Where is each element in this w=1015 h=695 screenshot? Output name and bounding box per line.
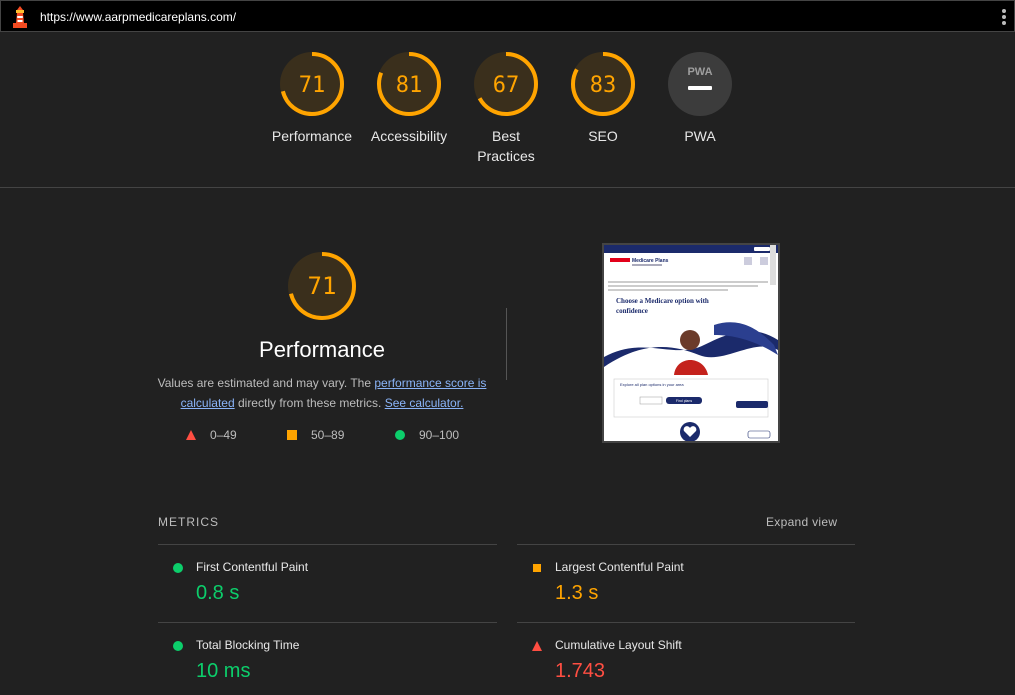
gauge-ring: 71 xyxy=(280,52,344,116)
gauge-best-practices[interactable]: 67 Best Practices xyxy=(456,50,556,166)
gauge-label: Performance xyxy=(271,128,353,144)
final-screenshot[interactable]: Medicare Plans Choose a Medicare option … xyxy=(602,243,780,443)
svg-text:Choose a Medicare option with: Choose a Medicare option with xyxy=(616,297,709,305)
metric-name: Largest Contentful Paint xyxy=(555,560,684,574)
gauge-score: 71 xyxy=(299,73,326,98)
gauge-score: 81 xyxy=(396,73,423,98)
svg-text:Find plans: Find plans xyxy=(676,399,692,403)
gauge-accessibility[interactable]: 81 Accessibility xyxy=(359,50,459,146)
performance-gauge: 71 xyxy=(288,252,356,320)
metrics-rule xyxy=(517,622,855,623)
svg-text:confidence: confidence xyxy=(616,307,648,315)
gauge-label: SEO xyxy=(588,128,618,144)
section-divider xyxy=(0,187,1015,188)
legend-fail: 0–49 xyxy=(186,428,237,442)
metric-name: Total Blocking Time xyxy=(196,638,300,652)
performance-summary: 71 Performance Values are estimated and … xyxy=(152,250,492,413)
calculator-link[interactable]: See calculator. xyxy=(385,396,464,410)
svg-text:Medicare Plans: Medicare Plans xyxy=(632,258,669,264)
desc-text: directly from these metrics. xyxy=(234,396,385,410)
screenshot-image: Medicare Plans Choose a Medicare option … xyxy=(604,245,778,441)
circle-icon xyxy=(395,430,405,440)
pass-circle-icon xyxy=(173,641,183,651)
pwa-badge-text: PWA xyxy=(687,66,712,78)
legend-pass: 90–100 xyxy=(395,428,459,442)
metric-value: 10 ms xyxy=(196,660,251,682)
performance-description: Values are estimated and may vary. The p… xyxy=(152,373,492,413)
vertical-divider xyxy=(506,308,507,380)
metrics-rule xyxy=(517,544,855,545)
expand-view-button[interactable]: Expand view xyxy=(766,515,837,529)
square-icon xyxy=(287,430,297,440)
triangle-icon xyxy=(186,430,196,440)
gauge-label: Accessibility xyxy=(370,128,448,144)
more-options-icon[interactable] xyxy=(1001,9,1007,27)
average-square-icon xyxy=(533,564,541,572)
gauge-score: 83 xyxy=(590,73,617,98)
metrics-heading: METRICS xyxy=(158,515,219,529)
pwa-badge-icon: PWA xyxy=(668,52,732,116)
gauge-performance[interactable]: 71 Performance xyxy=(262,50,362,146)
metric-value: 0.8 s xyxy=(196,582,240,604)
top-bar: https://www.aarpmedicareplans.com/ xyxy=(0,0,1015,32)
desc-text: Values are estimated and may vary. The xyxy=(157,376,375,390)
fail-triangle-icon xyxy=(532,641,542,651)
lighthouse-logo-icon xyxy=(13,6,27,28)
gauge-pwa[interactable]: PWA PWA xyxy=(650,50,750,146)
svg-text:Explore all plan options in yo: Explore all plan options in your area xyxy=(620,382,684,387)
gauge-seo[interactable]: 83 SEO xyxy=(553,50,653,146)
gauge-label: PWA xyxy=(684,128,716,144)
performance-title: Performance xyxy=(259,337,385,362)
metric-name: First Contentful Paint xyxy=(196,560,309,574)
metric-name: Cumulative Layout Shift xyxy=(555,638,682,652)
gauge-ring: 67 xyxy=(474,52,538,116)
performance-score: 71 xyxy=(308,272,337,300)
pass-circle-icon xyxy=(173,563,183,573)
metrics-rule xyxy=(158,622,497,623)
gauge-ring: 81 xyxy=(377,52,441,116)
gauge-label: Best Practices xyxy=(477,128,535,164)
report-url[interactable]: https://www.aarpmedicareplans.com/ xyxy=(40,10,236,24)
gauge-score: 67 xyxy=(493,73,520,98)
score-gauges: 71 Performance 81 Accessibility 67 Best … xyxy=(0,50,1015,190)
metric-value: 1.743 xyxy=(555,660,606,682)
metric-value: 1.3 s xyxy=(555,582,599,604)
gauge-ring: 83 xyxy=(571,52,635,116)
metrics-rule xyxy=(158,544,497,545)
legend-average: 50–89 xyxy=(287,428,344,442)
